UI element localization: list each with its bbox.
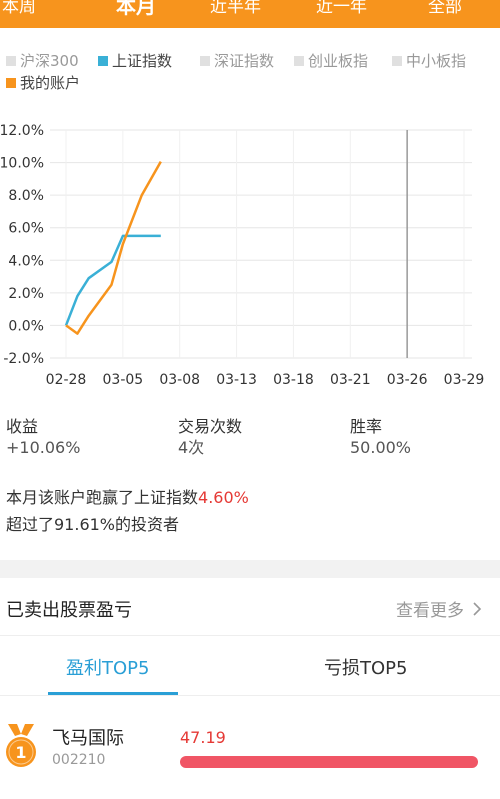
legend-swatch xyxy=(200,55,210,66)
stat-label: 胜率 xyxy=(350,417,383,436)
stat-label: 交易次数 xyxy=(178,417,243,436)
rank-number: 1 xyxy=(15,743,26,762)
tab-one-year[interactable]: 近一年 xyxy=(316,0,367,17)
tab-all[interactable]: 全部 xyxy=(428,0,462,17)
legend-swatch xyxy=(294,55,304,66)
x-tick-label: 03-13 xyxy=(216,372,257,388)
stat-label: 收益 xyxy=(6,417,39,436)
stat-trades: 交易次数 4次 xyxy=(178,416,242,458)
summary-line-2: 超过了91.61%的投资者 xyxy=(6,515,180,534)
tab-month[interactable]: 本月 xyxy=(116,0,156,19)
medal-icon: 1 xyxy=(6,724,36,767)
x-tick-label: 02-28 xyxy=(46,372,87,388)
x-tick-label: 03-29 xyxy=(444,372,485,388)
profit-bar-fill xyxy=(180,756,478,768)
legend-swatch xyxy=(6,77,16,88)
y-tick-label: 6.0% xyxy=(8,221,44,237)
x-tick-label: 03-21 xyxy=(330,372,371,388)
section-divider xyxy=(0,560,500,578)
x-tick-label: 03-18 xyxy=(273,372,314,388)
series-my-account xyxy=(65,160,162,335)
stock-code: 002210 xyxy=(52,752,106,768)
legend-swatch xyxy=(6,55,16,66)
legend-item-chinext[interactable]: 创业板指 xyxy=(294,50,368,71)
tab-half-year[interactable]: 近半年 xyxy=(210,0,261,17)
chevron-right-icon xyxy=(473,601,482,616)
return-line-chart: 12.0% 10.0% 8.0% 6.0% 4.0% 2.0% 0.0% -2.0%02-28… xyxy=(0,123,485,388)
legend-item-sme[interactable]: 中小板指 xyxy=(392,50,466,71)
y-tick-label: 0.0% xyxy=(8,318,44,334)
legend-item-my-account[interactable]: 我的账户 xyxy=(6,72,80,93)
y-tick-label: -2.0% xyxy=(3,351,44,367)
profit-bar xyxy=(180,756,478,768)
summary-line-1: 本月该账户跑赢了上证指数4.60% xyxy=(6,488,249,507)
legend-item-shanghai[interactable]: 上证指数 xyxy=(98,50,172,71)
tab-week[interactable]: 本周 xyxy=(2,0,36,17)
x-tick-label: 03-08 xyxy=(159,372,200,388)
legend-swatch xyxy=(392,55,402,66)
y-tick-label: 8.0% xyxy=(8,188,44,204)
top-tab-bar: 本周 本月 近半年 近一年 全部 xyxy=(0,0,500,28)
y-tick-label: 12.0% xyxy=(0,123,44,139)
sold-stocks-header: 已卖出股票盈亏 查看更多 xyxy=(0,578,500,636)
stat-value: 4次 xyxy=(178,438,205,457)
tab-profit-top5[interactable]: 盈利TOP5 xyxy=(66,654,149,680)
x-tick-label: 03-26 xyxy=(387,372,428,388)
stat-value: +10.06% xyxy=(6,438,81,457)
y-tick-label: 10.0% xyxy=(0,156,44,172)
active-tab-indicator xyxy=(48,692,178,695)
outperform-value: 4.60% xyxy=(198,488,249,507)
stat-win-rate: 胜率 50.00% xyxy=(350,416,411,458)
list-item[interactable]: 1 飞马国际 002210 47.19 xyxy=(0,716,500,796)
stat-return: 收益 +10.06% xyxy=(6,416,80,458)
y-tick-label: 2.0% xyxy=(8,286,44,302)
profit-value: 47.19 xyxy=(180,728,226,747)
legend-swatch xyxy=(98,55,108,66)
see-more-link[interactable]: 查看更多 xyxy=(396,596,482,621)
section-title: 已卖出股票盈亏 xyxy=(6,600,132,621)
y-tick-label: 4.0% xyxy=(8,253,44,269)
stock-name: 飞马国际 xyxy=(52,728,124,749)
stat-value: 50.00% xyxy=(350,438,412,457)
rank-tabs: 盈利TOP5 亏损TOP5 xyxy=(0,636,500,696)
legend-item-shenzhen[interactable]: 深证指数 xyxy=(200,50,274,71)
legend-item-hs300[interactable]: 沪深300 xyxy=(6,50,79,71)
x-tick-label: 03-05 xyxy=(103,372,144,388)
performance-summary: 本月该账户跑赢了上证指数4.60% 超过了91.61%的投资者 xyxy=(6,484,249,538)
tab-loss-top5[interactable]: 亏损TOP5 xyxy=(324,654,407,680)
